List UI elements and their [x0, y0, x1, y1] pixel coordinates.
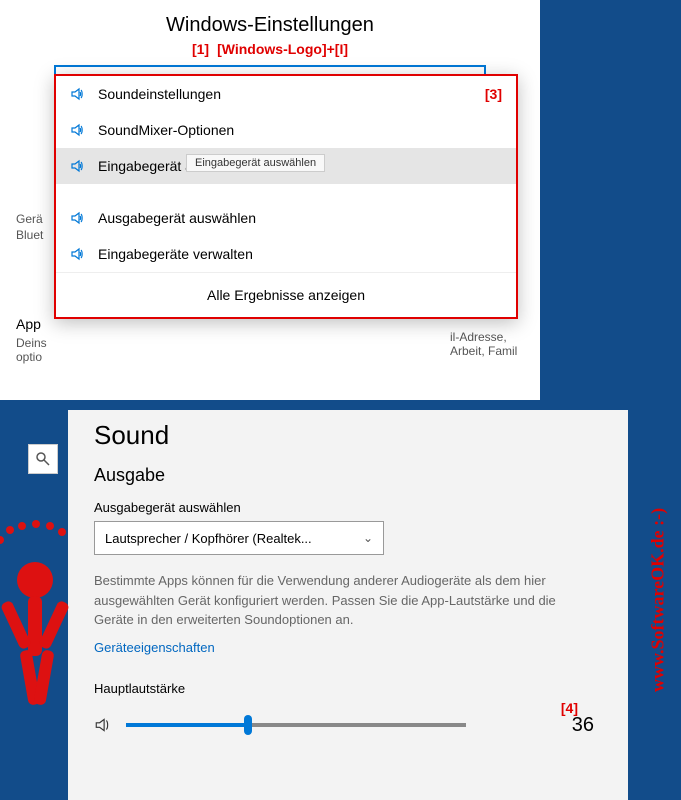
volume-slider-thumb[interactable] [244, 715, 252, 735]
dropdown-item-label: Eingabegeräte verwalten [98, 246, 253, 262]
search-icon [35, 451, 51, 467]
search-icon-strip[interactable] [28, 444, 58, 474]
annotation-4: [4] [561, 700, 578, 716]
page-title: Windows-Einstellungen [16, 14, 524, 37]
output-section-title: Ausgabe [94, 465, 622, 486]
bg-text-opti: optio [16, 350, 42, 364]
volume-row: 36 [94, 714, 622, 737]
master-volume-label: Hauptlautstärke [94, 681, 622, 696]
chevron-down-icon: ⌄ [363, 531, 373, 545]
dropdown-item-3[interactable]: Ausgabegerät auswählen [56, 200, 516, 236]
sound-settings-panel: Sound Ausgabe Ausgabegerät auswählen Lau… [68, 410, 628, 800]
speaker-icon [70, 210, 86, 226]
decorative-red-figure [0, 520, 90, 730]
output-device-value: Lautsprecher / Kopfhörer (Realtek... [105, 531, 312, 546]
dropdown-show-all[interactable]: Alle Ergebnisse anzeigen [56, 272, 516, 317]
watermark: www.SoftwareOK.de :-) [643, 410, 673, 790]
output-device-select[interactable]: Lautsprecher / Kopfhörer (Realtek... ⌄ [94, 521, 384, 555]
tooltip: Eingabegerät auswählen [186, 154, 325, 172]
annotation-3: [3] [485, 86, 502, 102]
dropdown-item-0[interactable]: Soundeinstellungen [56, 76, 516, 112]
bg-text-iladr: il-Adresse, Arbeit, Famil [450, 330, 517, 358]
bg-text-bluet: Bluet [16, 228, 43, 242]
bg-text-app: App [16, 316, 41, 332]
bg-text-deins: Deins [16, 336, 47, 350]
speaker-icon [70, 158, 86, 174]
speaker-icon [70, 246, 86, 262]
speaker-icon [70, 122, 86, 138]
dropdown-item-1[interactable]: SoundMixer-Optionen [56, 112, 516, 148]
volume-value: 36 [572, 714, 594, 737]
dropdown-item-4[interactable]: Eingabegeräte verwalten [56, 236, 516, 272]
sound-title: Sound [94, 420, 622, 451]
speaker-icon[interactable] [94, 716, 112, 734]
output-device-label: Ausgabegerät auswählen [94, 500, 622, 515]
device-properties-link[interactable]: Geräteeigenschaften [94, 640, 622, 655]
dropdown-item-label: Ausgabegerät auswählen [98, 210, 256, 226]
annotation-1-text: [Windows-Logo]+[I] [217, 41, 348, 57]
speaker-icon [70, 86, 86, 102]
volume-slider[interactable] [126, 723, 466, 727]
bg-text-geraete: Gerä [16, 212, 43, 226]
dropdown-item-label: Soundeinstellungen [98, 86, 221, 102]
annotation-1: [1] [Windows-Logo]+[I] [16, 41, 524, 57]
annotation-1-tag: [1] [192, 41, 209, 57]
search-dropdown: [3] Soundeinstellungen SoundMixer-Optione… [54, 74, 518, 319]
dropdown-item-label: SoundMixer-Optionen [98, 122, 234, 138]
output-description: Bestimmte Apps können für die Verwendung… [94, 571, 564, 630]
